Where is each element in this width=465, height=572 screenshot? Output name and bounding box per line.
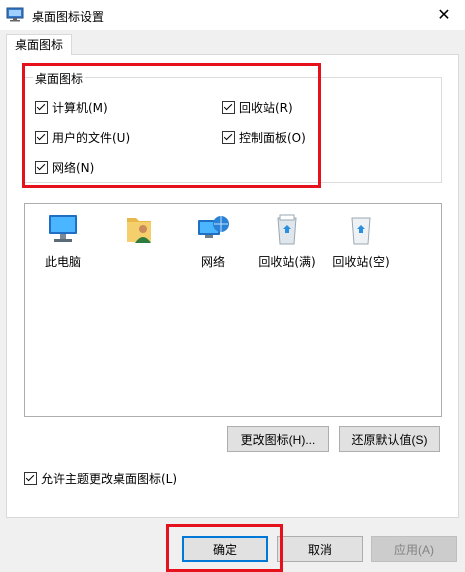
checkbox-checked-icon (35, 161, 48, 174)
tab-desktop-icons[interactable]: 桌面图标 (6, 34, 72, 55)
network-icon (198, 216, 229, 238)
icon-list[interactable]: 此电脑 网络 回收站(满) 回收站(空) (24, 203, 442, 417)
icon-item-network[interactable]: 网络 (181, 212, 245, 270)
close-icon: ✕ (437, 5, 451, 24)
checkbox-computer[interactable]: 计算机(M) (35, 99, 108, 116)
checkbox-label: 允许主题更改桌面图标(L) (41, 472, 178, 486)
ok-button[interactable]: 确定 (182, 536, 268, 562)
recycle-bin-full-icon (277, 214, 297, 245)
checkbox-label: 回收站(R) (239, 101, 293, 115)
groupbox-legend: 桌面图标 (33, 70, 86, 87)
icon-label: 此电脑 (44, 255, 81, 269)
checkbox-checked-icon (35, 101, 48, 114)
icon-label: 回收站(满) (258, 255, 316, 269)
checkbox-checked-icon (24, 472, 37, 485)
checkbox-control-panel[interactable]: 控制面板(O) (222, 129, 306, 146)
cancel-button[interactable]: 取消 (277, 536, 363, 562)
icon-item-recycle-bin-full[interactable]: 回收站(满) (255, 212, 319, 270)
icon-label: 回收站(空) (332, 255, 390, 269)
checkbox-label: 网络(N) (52, 161, 95, 175)
checkbox-allow-themes[interactable]: 允许主题更改桌面图标(L) (24, 470, 177, 487)
computer-icon (49, 215, 77, 242)
checkbox-checked-icon (222, 131, 235, 144)
icon-label: 网络 (200, 255, 225, 269)
checkbox-checked-icon (222, 101, 235, 114)
recycle-bin-empty-icon (351, 217, 371, 245)
icon-item-user-files[interactable] (107, 212, 171, 253)
checkbox-checked-icon (35, 131, 48, 144)
title-bar: 桌面图标设置 ✕ (0, 0, 465, 30)
checkbox-network[interactable]: 网络(N) (35, 159, 94, 176)
checkbox-label: 计算机(M) (52, 101, 108, 115)
window-title: 桌面图标设置 (32, 10, 105, 24)
checkbox-user-files[interactable]: 用户的文件(U) (35, 129, 130, 146)
desktop-settings-icon (6, 7, 24, 22)
checkbox-recycle-bin[interactable]: 回收站(R) (222, 99, 293, 116)
checkbox-label: 控制面板(O) (239, 131, 306, 145)
checkbox-label: 用户的文件(U) (52, 131, 131, 145)
user-folder-icon (127, 218, 151, 243)
close-button[interactable]: ✕ (431, 2, 457, 28)
icon-item-recycle-bin-empty[interactable]: 回收站(空) (329, 212, 393, 270)
restore-default-button[interactable]: 还原默认值(S) (339, 426, 440, 452)
apply-button[interactable]: 应用(A) (371, 536, 457, 562)
change-icon-button[interactable]: 更改图标(H)... (227, 426, 329, 452)
icon-item-this-pc[interactable]: 此电脑 (31, 212, 95, 270)
